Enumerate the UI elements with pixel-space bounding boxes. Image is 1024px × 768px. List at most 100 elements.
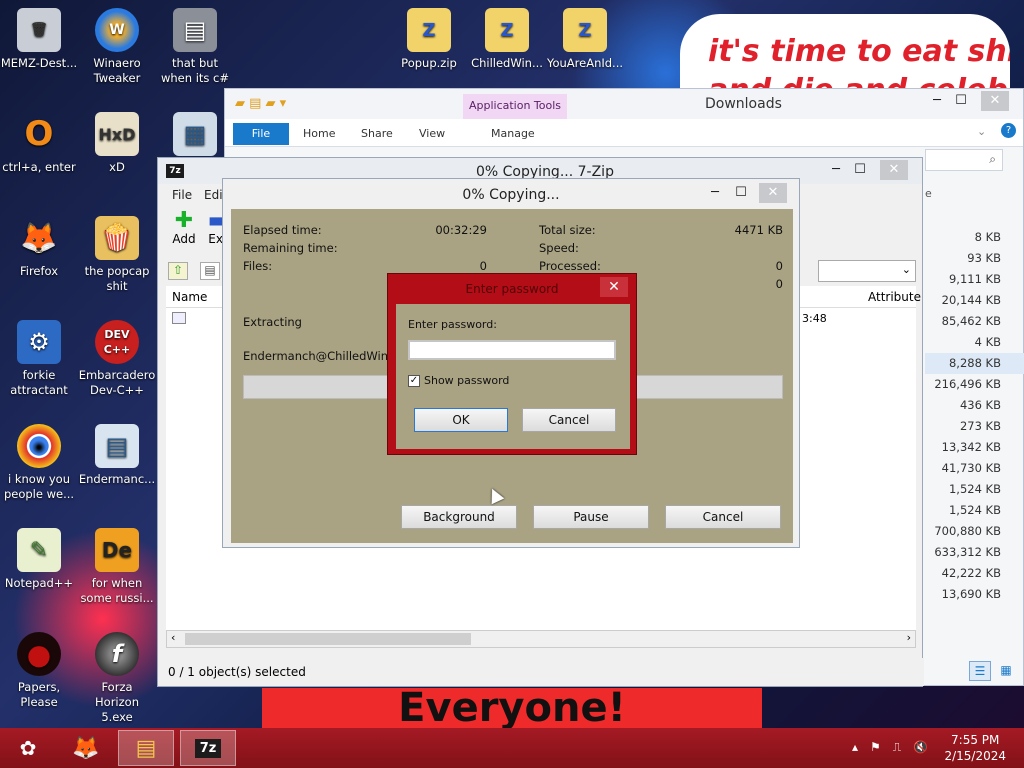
- clock-time: 7:55 PM: [951, 733, 1000, 747]
- list-item[interactable]: 1,524 KB: [925, 479, 1024, 500]
- file-size-column: 8 KB 93 KB 9,111 KB 20,144 KB 85,462 KB …: [925, 227, 1024, 605]
- show-password-checkbox[interactable]: ✓ Show password: [408, 374, 509, 387]
- list-item[interactable]: 9,111 KB: [925, 269, 1024, 290]
- desktop-icon-russian[interactable]: De for when some russi...: [78, 528, 156, 606]
- tab-manage[interactable]: Manage: [491, 123, 535, 145]
- chevron-down-icon[interactable]: ⌄: [977, 125, 986, 138]
- password-input[interactable]: [408, 340, 616, 360]
- list-item[interactable]: 20,144 KB: [925, 290, 1024, 311]
- close-icon[interactable]: ✕: [600, 277, 628, 297]
- maximize-icon[interactable]: ☐: [727, 183, 755, 203]
- 7zip-icon: 7z: [194, 738, 222, 758]
- list-item[interactable]: 436 KB: [925, 395, 1024, 416]
- password-titlebar[interactable]: Enter password ✕: [388, 274, 636, 304]
- desktop-icon-c-sharp[interactable]: ▤ that but when its c#: [156, 8, 234, 86]
- ok-button[interactable]: OK: [414, 408, 508, 432]
- horizontal-scrollbar[interactable]: ‹ ›: [166, 630, 916, 648]
- show-hidden-icons-icon[interactable]: ▴: [852, 740, 858, 755]
- ring-icon: O: [24, 113, 54, 154]
- taskbar-explorer[interactable]: ▤: [118, 730, 174, 766]
- notepad-plus-plus-icon: ✎: [17, 528, 61, 572]
- list-item[interactable]: 8 KB: [925, 227, 1024, 248]
- desktop-icon-chrome[interactable]: ◉ i know you people we...: [0, 424, 78, 502]
- enter-password-dialog[interactable]: Enter password ✕ Enter password: ✓ Show …: [387, 273, 637, 455]
- list-item[interactable]: 13,342 KB: [925, 437, 1024, 458]
- close-icon[interactable]: ✕: [880, 160, 908, 180]
- desktop-icon-label: ChilledWin...: [471, 56, 543, 70]
- desktop-icon-label: Forza Horizon 5.exe: [95, 680, 139, 724]
- desktop-icon-devcpp[interactable]: DEV C++ Embarcadero Dev-C++: [78, 320, 156, 398]
- menu-file[interactable]: File: [172, 188, 192, 202]
- desktop-icon-popup-zip[interactable]: Z Popup.zip: [390, 8, 468, 71]
- desktop-icon-endermanch[interactable]: ▤ Endermanc...: [78, 424, 156, 487]
- scrollbar-thumb[interactable]: [185, 633, 471, 645]
- clock[interactable]: 7:55 PM 2/15/2024: [944, 732, 1006, 764]
- desktop-icon-firefox[interactable]: 🦊 Firefox: [0, 216, 78, 279]
- size-column-header[interactable]: e: [925, 187, 932, 200]
- list-item[interactable]: 41,730 KB: [925, 458, 1024, 479]
- details-view-icon[interactable]: ☰: [969, 661, 991, 681]
- desktop-icon-youareanidiot-zip[interactable]: Z YouAreAnId...: [546, 8, 624, 71]
- list-item[interactable]: 93 KB: [925, 248, 1024, 269]
- desktop-icon-ctrl-a-enter[interactable]: O ctrl+a, enter: [0, 112, 78, 175]
- desktop-icon-label: Firefox: [19, 264, 59, 278]
- desktop-icon-papers-please[interactable]: ● Papers, Please: [0, 632, 78, 710]
- maximize-icon[interactable]: ☐: [947, 91, 975, 111]
- list-item[interactable]: 273 KB: [925, 416, 1024, 437]
- column-attribute[interactable]: Attribute: [868, 290, 921, 304]
- browse-folder-icon[interactable]: ▤: [200, 262, 220, 280]
- window-app-icon: ▦: [173, 112, 217, 156]
- desktop-icon-notepadpp[interactable]: ✎ Notepad++: [0, 528, 78, 591]
- password-cancel-button[interactable]: Cancel: [522, 408, 616, 432]
- progress-titlebar[interactable]: 0% Copying... ─ ☐ ✕: [223, 179, 799, 209]
- start-button[interactable]: ✿: [0, 730, 56, 766]
- minimize-icon[interactable]: ─: [701, 183, 729, 203]
- close-icon[interactable]: ✕: [759, 183, 787, 203]
- desktop-icon-winaero[interactable]: W Winaero Tweaker: [78, 8, 156, 86]
- scroll-left-icon[interactable]: ‹: [171, 631, 175, 644]
- explorer-titlebar[interactable]: ▰ ▤ ▰ ▾ Application Tools Downloads ─ ☐ …: [225, 89, 1023, 120]
- tab-share[interactable]: Share: [361, 123, 393, 145]
- flag-icon[interactable]: ⚑: [870, 740, 881, 755]
- list-item[interactable]: 85,462 KB: [925, 311, 1024, 332]
- large-icons-view-icon[interactable]: ▦: [995, 661, 1017, 681]
- list-item[interactable]: 4 KB: [925, 332, 1024, 353]
- desktop-icon-label: Winaero Tweaker: [93, 56, 141, 85]
- tab-file[interactable]: File: [233, 123, 289, 145]
- tab-home[interactable]: Home: [303, 123, 335, 145]
- help-icon[interactable]: ?: [1001, 123, 1016, 138]
- taskbar-firefox[interactable]: 🦊: [58, 730, 114, 766]
- cancel-button[interactable]: Cancel: [665, 505, 781, 529]
- taskbar-7zip[interactable]: 7z: [180, 730, 236, 766]
- volume-muted-icon[interactable]: 🔇: [913, 740, 928, 755]
- window-app-icon: ▤: [95, 424, 139, 468]
- list-item-selected[interactable]: 8,288 KB: [925, 353, 1024, 374]
- pause-button[interactable]: Pause: [533, 505, 649, 529]
- list-item[interactable]: 633,312 KB: [925, 542, 1024, 563]
- up-folder-icon[interactable]: ⇧: [168, 262, 188, 280]
- checkmark-icon[interactable]: ✓: [408, 374, 420, 387]
- maximize-icon[interactable]: ☐: [846, 160, 874, 180]
- desktop-icon-unnamed[interactable]: ▦: [156, 112, 234, 160]
- list-item[interactable]: 216,496 KB: [925, 374, 1024, 395]
- scroll-right-icon[interactable]: ›: [907, 631, 911, 644]
- background-button[interactable]: Background: [401, 505, 517, 529]
- desktop-icon-forkie[interactable]: ⚙ forkie attractant: [0, 320, 78, 398]
- list-item[interactable]: 42,222 KB: [925, 563, 1024, 584]
- search-input[interactable]: ⌕: [925, 149, 1003, 171]
- close-icon[interactable]: ✕: [981, 91, 1009, 111]
- recycle-bin-icon: 🗑: [17, 8, 61, 52]
- column-name[interactable]: Name: [172, 290, 207, 304]
- network-icon[interactable]: ⎍: [893, 740, 901, 755]
- desktop-icon-chilledwin-zip[interactable]: Z ChilledWin...: [468, 8, 546, 71]
- list-item[interactable]: 700,880 KB: [925, 521, 1024, 542]
- list-item[interactable]: 1,524 KB: [925, 500, 1024, 521]
- desktop-icon-popcap[interactable]: 🍿 the popcap shit: [78, 216, 156, 294]
- list-item[interactable]: 13,690 KB: [925, 584, 1024, 605]
- tab-view[interactable]: View: [419, 123, 445, 145]
- desktop-icon-forza[interactable]: f Forza Horizon 5.exe: [78, 632, 156, 725]
- zip-folder-icon: Z: [407, 8, 451, 52]
- path-combo[interactable]: ⌄: [818, 260, 916, 282]
- desktop-icon-memz[interactable]: 🗑 MEMZ-Dest...: [0, 8, 78, 71]
- desktop-icon-xd[interactable]: HxD xD: [78, 112, 156, 175]
